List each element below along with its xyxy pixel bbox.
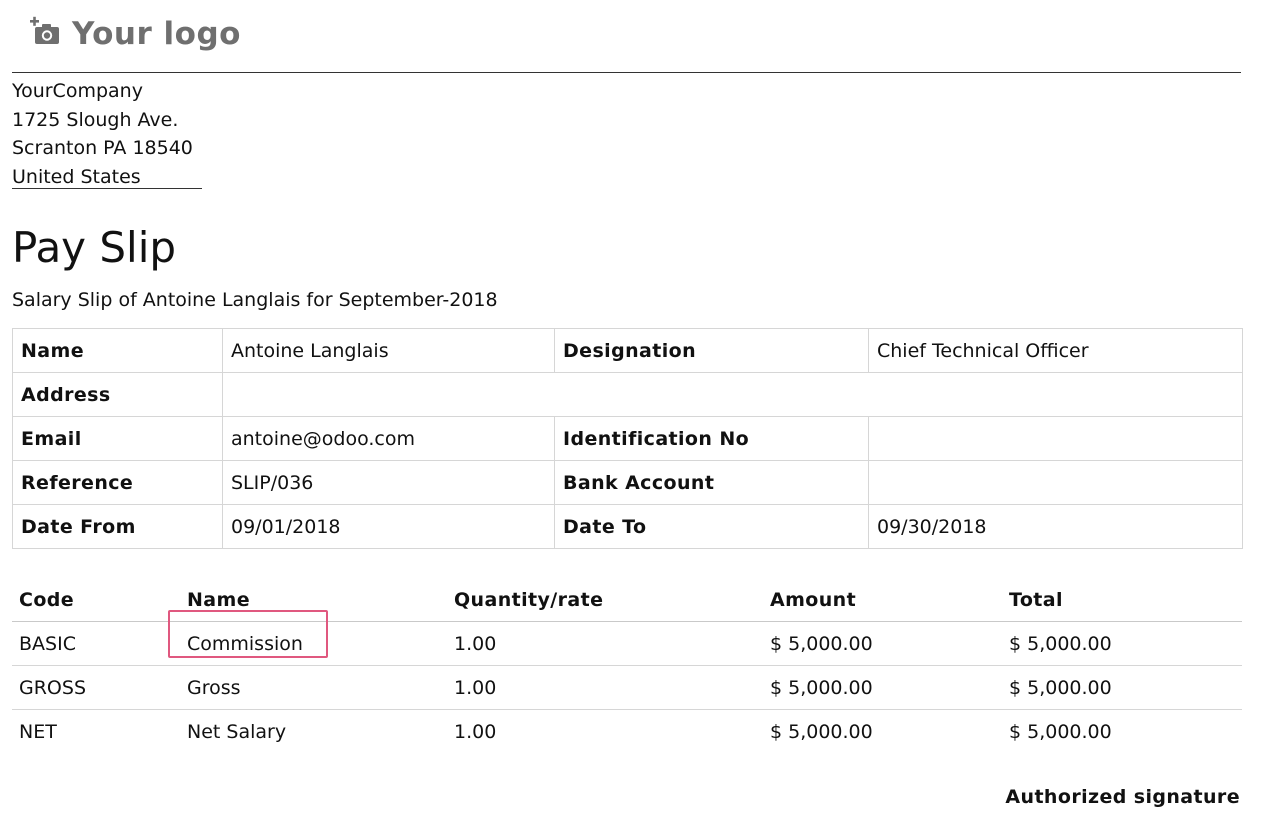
company-country: United States	[12, 165, 141, 188]
authorized-signature-label: Authorized signature	[1005, 786, 1240, 808]
column-header-total: Total	[1002, 578, 1242, 622]
line-amount: $ 5,000.00	[763, 621, 1002, 666]
bank-account-label: Bank Account	[554, 460, 869, 505]
line-quantity: 1.00	[447, 621, 763, 666]
page-title: Pay Slip	[12, 223, 177, 272]
line-code: BASIC	[12, 621, 180, 666]
reference-label: Reference	[12, 460, 223, 505]
email-label: Email	[12, 416, 223, 461]
line-total: $ 5,000.00	[1002, 621, 1242, 666]
company-city: Scranton PA 18540	[12, 137, 193, 159]
company-address: YourCompany 1725 Slough Ave. Scranton PA…	[12, 77, 193, 191]
table-row: NET Net Salary 1.00 $ 5,000.00 $ 5,000.0…	[12, 710, 1242, 754]
date-from-label: Date From	[12, 504, 223, 549]
line-name: Gross	[180, 665, 447, 710]
camera-plus-icon	[30, 16, 62, 52]
line-code: GROSS	[12, 665, 180, 710]
payslip-lines-table: Code Name Quantity/rate Amount Total BAS…	[12, 578, 1242, 753]
name-value: Antoine Langlais	[222, 328, 555, 373]
bank-account-value	[868, 460, 1243, 505]
page-subtitle: Salary Slip of Antoine Langlais for Sept…	[12, 289, 498, 311]
table-row: BASIC Commission 1.00 $ 5,000.00 $ 5,000…	[12, 609, 1242, 666]
identification-value	[868, 416, 1243, 461]
address-label: Address	[12, 372, 223, 417]
date-to-label: Date To	[554, 504, 869, 549]
column-header-amount: Amount	[763, 578, 1002, 622]
company-street: 1725 Slough Ave.	[12, 108, 179, 131]
info-row-address: Address	[12, 372, 1243, 417]
company-name: YourCompany	[12, 80, 143, 102]
reference-value: SLIP/036	[222, 460, 555, 505]
name-label: Name	[12, 328, 223, 373]
line-code: NET	[19, 720, 57, 743]
line-total: $ 5,000.00	[1009, 720, 1112, 743]
info-row-reference: Reference SLIP/036 Bank Account	[12, 460, 1243, 505]
header-divider	[12, 72, 1241, 73]
company-logo: Your logo	[30, 16, 241, 52]
column-header-quantity: Quantity/rate	[447, 578, 763, 622]
line-total: $ 5,000.00	[1002, 665, 1242, 710]
line-name: Net Salary	[187, 720, 287, 743]
info-row-dates: Date From 09/01/2018 Date To 09/30/2018	[12, 504, 1243, 549]
address-divider	[12, 188, 202, 189]
identification-label: Identification No	[554, 416, 869, 461]
date-from-value: 09/01/2018	[222, 504, 555, 549]
line-name[interactable]: Commission	[168, 609, 328, 658]
info-row-email: Email antoine@odoo.com Identification No	[12, 416, 1243, 461]
address-value	[222, 372, 1243, 417]
email-value: antoine@odoo.com	[222, 416, 555, 461]
designation-label: Designation	[554, 328, 869, 373]
designation-value: Chief Technical Officer	[868, 328, 1243, 373]
line-quantity: 1.00	[447, 665, 763, 710]
info-row-name: Name Antoine Langlais Designation Chief …	[12, 328, 1243, 373]
line-quantity: 1.00	[454, 720, 497, 743]
employee-info-table: Name Antoine Langlais Designation Chief …	[12, 328, 1243, 549]
table-row: GROSS Gross 1.00 $ 5,000.00 $ 5,000.00	[12, 665, 1242, 710]
column-header-code: Code	[12, 578, 180, 622]
line-amount: $ 5,000.00	[763, 665, 1002, 710]
logo-text: Your logo	[72, 16, 241, 52]
date-to-value: 09/30/2018	[868, 504, 1243, 549]
line-name-highlighted[interactable]: Commission	[168, 609, 447, 666]
line-amount: $ 5,000.00	[770, 720, 873, 743]
